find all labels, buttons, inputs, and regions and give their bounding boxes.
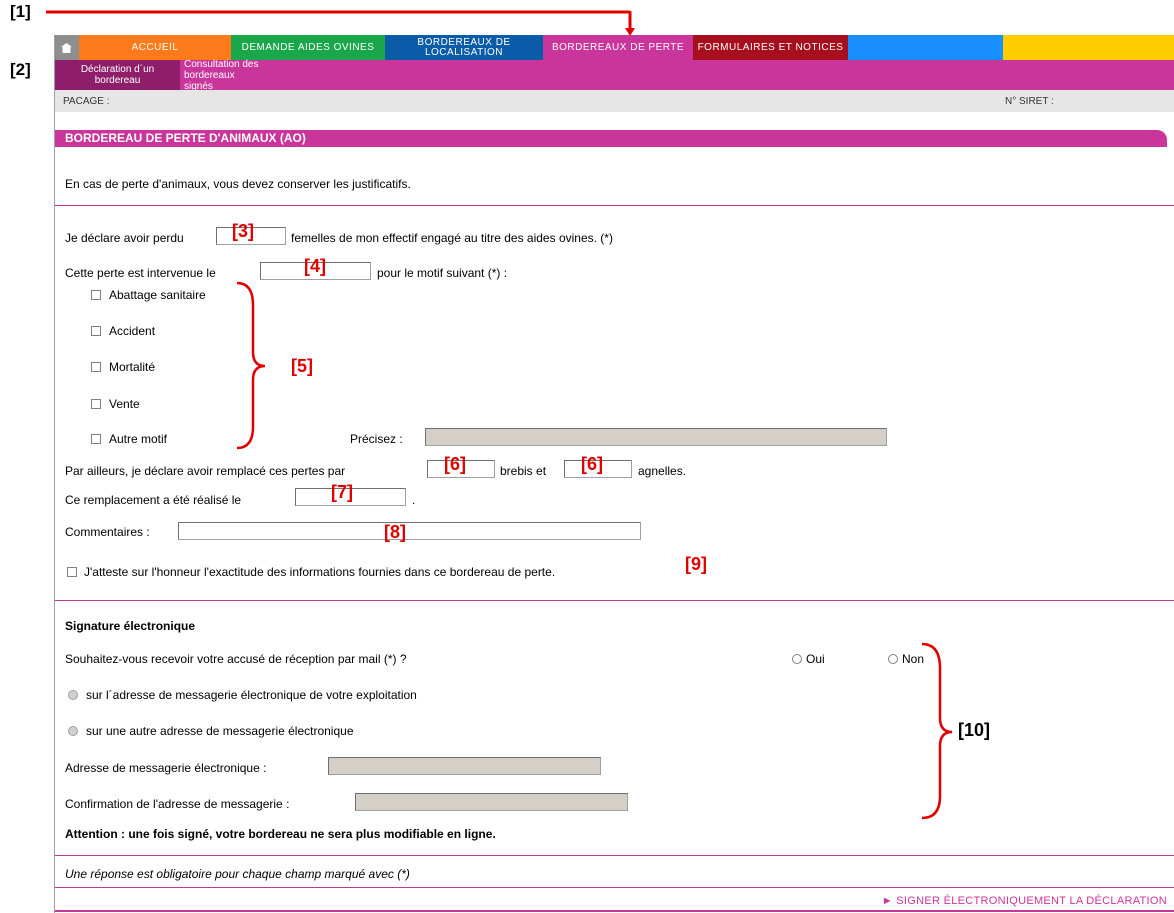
reason-label: Vente: [109, 397, 140, 411]
section-title: BORDEREAU DE PERTE D'ANIMAUX (AO): [55, 130, 1167, 147]
footer-note: Une réponse est obligatoire pour chaque …: [65, 867, 410, 881]
reason-checkbox-accident[interactable]: [91, 326, 101, 336]
comments-label: Commentaires :: [65, 525, 150, 539]
pacage-label: PACAGE :: [63, 96, 110, 107]
replacement-suffix: agnelles.: [638, 464, 687, 478]
replacement-prefix: Par ailleurs, je déclare avoir remplacé …: [65, 464, 346, 478]
annotation-7: [7]: [331, 482, 353, 502]
annotation-10-bracket: [921, 642, 953, 820]
triangle-right-icon: ►: [881, 895, 893, 907]
sub-nav: Déclaration d´un bordereau Consultation …: [55, 59, 1174, 92]
tab-demande-aides-ovines[interactable]: DEMANDE AIDES OVINES: [231, 35, 385, 60]
reason-label: Mortalité: [109, 360, 156, 374]
annotation-6: [6]: [444, 454, 466, 474]
divider: [55, 600, 1174, 601]
home-icon: [61, 43, 72, 53]
reason-label: Abattage sanitaire: [109, 288, 206, 302]
intro-text: En cas de perte d'animaux, vous devez co…: [65, 177, 411, 191]
reason-checkbox-abattage[interactable]: [91, 290, 101, 300]
annotation-4: [4]: [304, 256, 326, 276]
annotation-6b: [6]: [581, 454, 603, 474]
radio-email-exploitation[interactable]: [68, 690, 78, 700]
reason-label: Autre motif: [109, 432, 168, 446]
annotation-1-arrow: [46, 10, 635, 36]
annotation-2: [2]: [10, 60, 31, 79]
tab-bordereaux-localisation[interactable]: BORDEREAUX DE LOCALISATION: [385, 35, 543, 60]
specify-label: Précisez :: [350, 432, 403, 446]
warning-text: Attention : une fois signé, votre border…: [65, 827, 496, 841]
tab-accueil[interactable]: ACCUEIL: [79, 35, 231, 60]
replacement-middle: brebis et: [500, 464, 547, 478]
loss-date-prefix: Cette perte est intervenue le: [65, 266, 216, 280]
tab-formulaires-notices[interactable]: FORMULAIRES ET NOTICES: [693, 35, 848, 60]
tab-blue[interactable]: [848, 35, 1003, 60]
signature-question: Souhaitez-vous recevoir votre accusé de …: [65, 652, 407, 666]
sign-declaration-button[interactable]: ► SIGNER ÉLECTRONIQUEMENT LA DÉCLARATION: [882, 895, 1167, 907]
annotation-3: [3]: [232, 221, 254, 241]
annotation-5: [5]: [291, 356, 313, 376]
comments-input[interactable]: [178, 522, 641, 540]
tab-bordereaux-perte[interactable]: BORDEREAUX DE PERTE: [543, 35, 693, 60]
reason-checkbox-mortalite[interactable]: [91, 362, 101, 372]
siret-label: N° SIRET :: [1005, 96, 1054, 107]
subnav-consultation[interactable]: Consultation des bordereaux signés: [180, 59, 270, 92]
email-option-2: sur une autre adresse de messagerie élec…: [86, 724, 354, 738]
main-frame: ACCUEIL DEMANDE AIDES OVINES BORDEREAUX …: [54, 35, 1174, 913]
email-confirm-input[interactable]: [355, 793, 628, 811]
loss-prefix: Je déclare avoir perdu: [65, 231, 184, 245]
replacement-date-suffix: .: [412, 493, 416, 507]
replacement-date-prefix: Ce remplacement a été réalisé le: [65, 493, 242, 507]
email-label: Adresse de messagerie électronique :: [65, 761, 267, 775]
tab-yellow[interactable]: [1003, 35, 1174, 60]
loss-date-suffix: pour le motif suivant (*) :: [377, 266, 508, 280]
top-nav: ACCUEIL DEMANDE AIDES OVINES BORDEREAUX …: [55, 35, 1174, 60]
annotation-5-bracket: [236, 281, 266, 450]
signature-title: Signature électronique: [65, 619, 196, 633]
attest-checkbox[interactable]: [67, 567, 77, 577]
ident-bar: PACAGE : N° SIRET :: [55, 90, 1174, 112]
divider: [55, 205, 1174, 206]
attest-label: J'atteste sur l'honneur l'exactitude des…: [84, 565, 556, 579]
radio-oui[interactable]: [792, 654, 802, 664]
radio-non[interactable]: [888, 654, 898, 664]
email-option-1: sur l´adresse de messagerie électronique…: [86, 688, 417, 702]
divider: [55, 887, 1174, 888]
email-confirm-label: Confirmation de l'adresse de messagerie …: [65, 797, 290, 811]
home-button[interactable]: [55, 35, 79, 60]
divider: [55, 855, 1174, 856]
annotation-8: [8]: [384, 522, 406, 542]
divider: [55, 910, 1174, 912]
annotation-9: [9]: [685, 554, 707, 574]
reason-checkbox-autre[interactable]: [91, 434, 101, 444]
annotation-10: [10]: [958, 720, 991, 740]
loss-suffix: femelles de mon effectif engagé au titre…: [291, 231, 613, 245]
radio-email-other[interactable]: [68, 726, 78, 736]
reason-checkbox-vente[interactable]: [91, 399, 101, 409]
radio-oui-label: Oui: [806, 652, 825, 666]
email-input[interactable]: [328, 757, 601, 775]
sign-declaration-label: SIGNER ÉLECTRONIQUEMENT LA DÉCLARATION: [896, 895, 1167, 907]
reason-label: Accident: [109, 324, 156, 338]
specify-input[interactable]: [425, 428, 887, 446]
subnav-declaration[interactable]: Déclaration d´un bordereau: [55, 60, 180, 90]
